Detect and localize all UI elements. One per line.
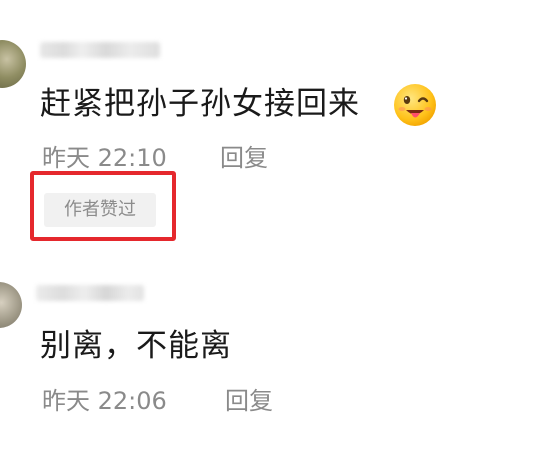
avatar[interactable] — [0, 40, 26, 88]
avatar[interactable] — [0, 282, 22, 328]
comment-text: 赶紧把孙子孙女接回来 — [40, 86, 360, 122]
username-blurred[interactable] — [36, 285, 144, 301]
author-liked-badge: 作者赞过 — [44, 193, 156, 227]
comment-timestamp: 昨天 22:06 — [42, 387, 167, 415]
comment-text: 别离，不能离 — [40, 328, 232, 364]
comment-timestamp: 昨天 22:10 — [42, 144, 167, 172]
reply-button[interactable]: 回复 — [220, 143, 268, 173]
username-blurred[interactable] — [40, 42, 160, 58]
reply-button[interactable]: 回复 — [225, 386, 273, 416]
winking-tongue-emoji — [394, 84, 436, 126]
